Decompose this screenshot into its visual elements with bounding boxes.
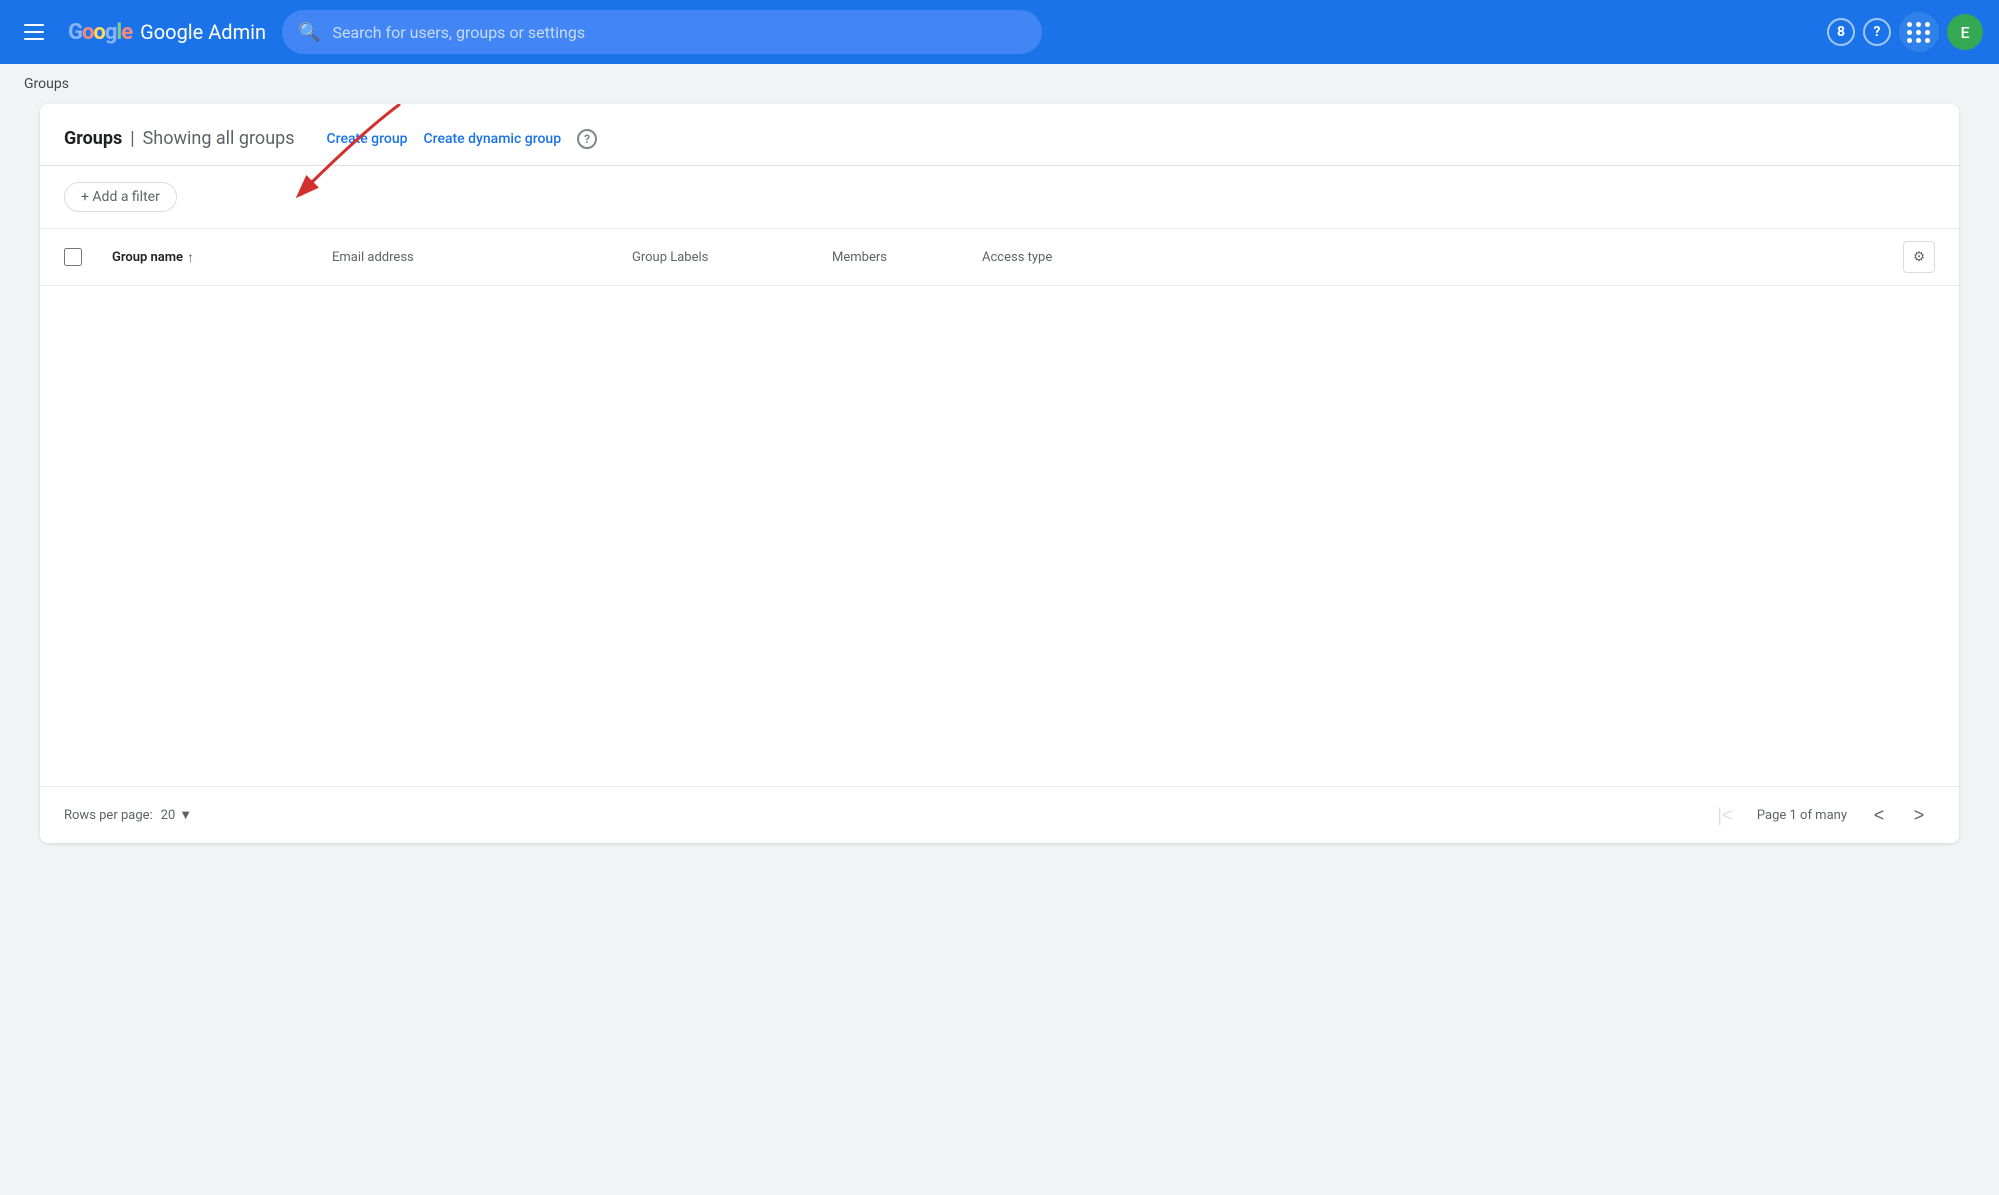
col-group-name[interactable]: Group name ↑ <box>112 249 332 266</box>
select-all-checkbox-cell <box>64 248 112 266</box>
badge-button[interactable]: 8 <box>1827 18 1855 46</box>
help-button[interactable]: ? <box>1863 18 1891 46</box>
card-help-icon[interactable]: ? <box>577 129 597 149</box>
search-input[interactable] <box>332 23 1026 42</box>
search-icon: 🔍 <box>298 22 320 43</box>
prev-page-button[interactable]: < <box>1863 799 1895 831</box>
card-title-sub: Showing all groups <box>143 128 295 149</box>
rows-per-page-section: Rows per page: 20 ▼ <box>64 807 192 823</box>
page-info: Page 1 of many <box>1757 808 1847 823</box>
avatar-label: E <box>1960 23 1969 42</box>
card-title-section: Groups | Showing all groups <box>64 128 295 149</box>
col-members: Members <box>832 250 982 265</box>
top-actions: 8 ? E <box>1827 12 1983 52</box>
rows-per-page-select[interactable]: 20 ▼ <box>161 807 193 823</box>
search-bar[interactable]: 🔍 <box>282 10 1042 54</box>
col-access: Access type <box>982 250 1182 265</box>
card-header: Groups | Showing all groups Create group… <box>40 104 1959 166</box>
app-grid-button[interactable] <box>1899 12 1939 52</box>
card-title-main: Groups <box>64 128 122 149</box>
table-settings-icon: ⚙ <box>1913 249 1925 265</box>
card-actions: Create group Create dynamic group ? <box>327 129 598 149</box>
rows-per-page-chevron-icon: ▼ <box>179 807 192 823</box>
badge-label: 8 <box>1837 24 1845 40</box>
rows-per-page-label: Rows per page: <box>64 808 153 823</box>
select-all-checkbox[interactable] <box>64 248 82 266</box>
col-email: Email address <box>332 250 632 265</box>
first-page-button[interactable]: |< <box>1709 799 1741 831</box>
filter-bar: + Add a filter <box>40 166 1959 229</box>
rows-per-page-value: 20 <box>161 808 176 823</box>
card-title-separator: | <box>130 128 134 149</box>
next-page-button[interactable]: > <box>1903 799 1935 831</box>
groups-card: Groups | Showing all groups Create group… <box>40 104 1959 843</box>
col-members-label: Members <box>832 250 887 265</box>
google-logo-text: Google <box>68 20 132 45</box>
col-labels: Group Labels <box>632 250 832 265</box>
col-email-label: Email address <box>332 250 414 265</box>
table-body <box>40 286 1959 786</box>
create-group-link[interactable]: Create group <box>327 131 408 147</box>
menu-button[interactable] <box>16 16 52 48</box>
table-settings-button[interactable]: ⚙ <box>1903 241 1935 273</box>
add-filter-button[interactable]: + Add a filter <box>64 182 177 212</box>
add-filter-label: + Add a filter <box>81 189 160 205</box>
top-navigation: Google Google Admin 🔍 8 ? E <box>0 0 1999 64</box>
table-header: Group name ↑ Email address Group Labels … <box>40 229 1959 286</box>
col-access-label: Access type <box>982 250 1052 265</box>
col-labels-label: Group Labels <box>632 250 708 265</box>
main-content: Groups | Showing all groups Create group… <box>0 104 1999 883</box>
help-icon: ? <box>1874 24 1881 40</box>
avatar[interactable]: E <box>1947 14 1983 50</box>
grid-icon <box>1905 20 1933 45</box>
breadcrumb-text: Groups <box>24 76 69 92</box>
col-group-name-label: Group name <box>112 250 183 265</box>
table-footer: Rows per page: 20 ▼ |< Page 1 of many < … <box>40 786 1959 843</box>
brand-name: Google Admin <box>140 20 266 44</box>
create-dynamic-group-link[interactable]: Create dynamic group <box>423 131 561 147</box>
sort-arrow-icon: ↑ <box>187 249 194 266</box>
breadcrumb: Groups <box>0 64 1999 104</box>
pagination: |< Page 1 of many < > <box>1709 799 1935 831</box>
app-logo: Google Google Admin <box>68 20 266 45</box>
